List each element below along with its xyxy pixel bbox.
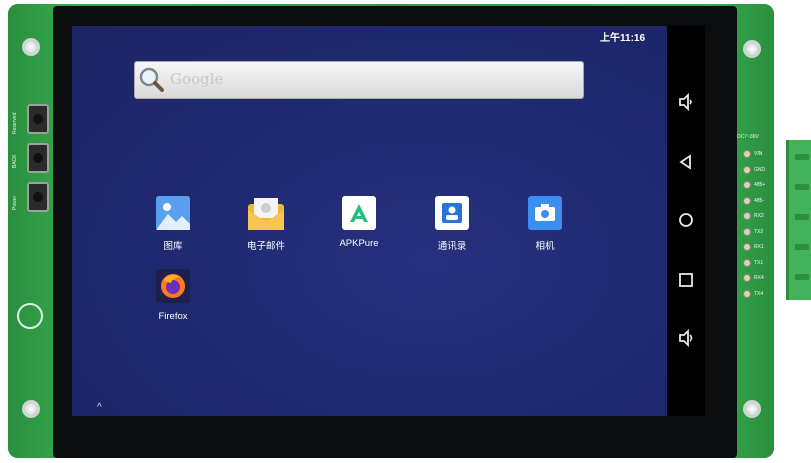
connector-pin bbox=[743, 165, 751, 174]
connector-pin-label: GND bbox=[754, 166, 766, 173]
search-icon[interactable] bbox=[138, 66, 164, 92]
silkscreen-back: BACK bbox=[12, 154, 18, 168]
app-contacts[interactable]: 通讯录 bbox=[412, 196, 492, 252]
app-email[interactable]: 电子邮件 bbox=[226, 196, 306, 252]
volume-down-icon[interactable] bbox=[676, 92, 696, 112]
connector-pin-label: RX4 bbox=[754, 275, 764, 281]
connector-pin-label: 485- bbox=[754, 197, 765, 204]
app-label: 相机 bbox=[535, 241, 555, 252]
status-bar-time: 上午11:16 bbox=[600, 33, 646, 44]
connector-pin-label: TX4 bbox=[754, 290, 764, 297]
app-label: APKPure bbox=[339, 238, 379, 249]
connector-pin bbox=[743, 181, 751, 189]
connector-pin-label: 485+ bbox=[754, 182, 766, 188]
connector-pin bbox=[743, 274, 751, 282]
terminal-block bbox=[786, 140, 811, 300]
app-gallery[interactable]: 图库 bbox=[133, 196, 213, 252]
camera-icon bbox=[528, 196, 562, 230]
connector-pin bbox=[743, 289, 751, 298]
search-input[interactable]: Google bbox=[170, 70, 223, 88]
volume-up-icon[interactable] bbox=[676, 328, 696, 348]
app-apkpure[interactable]: APKPure bbox=[319, 196, 399, 249]
mounting-hole-bottom-right bbox=[743, 400, 761, 418]
connector-pin-label: TX1 bbox=[754, 259, 764, 266]
buzzer-mark bbox=[17, 303, 43, 329]
connector-pin-label: VIN bbox=[754, 151, 763, 157]
app-label: Firefox bbox=[158, 311, 188, 322]
connector-pin bbox=[743, 258, 751, 267]
app-label: 电子邮件 bbox=[246, 241, 285, 252]
connector-pin-label: TX2 bbox=[754, 228, 764, 235]
connector-title: DC7~36V bbox=[737, 134, 759, 140]
back-hardware-button[interactable] bbox=[27, 143, 49, 173]
email-icon bbox=[248, 196, 284, 230]
apkpure-icon bbox=[342, 196, 376, 230]
silkscreen-power: Power bbox=[12, 195, 18, 210]
gallery-icon bbox=[156, 196, 190, 230]
connector-pin-label: RX2 bbox=[754, 213, 764, 219]
app-drawer-chevron-up-icon[interactable]: ^ bbox=[97, 402, 102, 413]
connector-pin bbox=[743, 212, 751, 220]
power-button[interactable] bbox=[27, 182, 49, 212]
recents-icon[interactable] bbox=[676, 270, 696, 290]
firefox-icon bbox=[156, 269, 190, 303]
app-camera[interactable]: 相机 bbox=[505, 196, 585, 252]
contacts-icon bbox=[435, 196, 469, 230]
connector-pin bbox=[743, 227, 751, 236]
mounting-hole-bottom-left bbox=[22, 400, 40, 418]
mounting-hole-top-right bbox=[743, 40, 761, 58]
app-label: 通讯录 bbox=[437, 241, 467, 252]
home-icon[interactable] bbox=[676, 210, 696, 230]
reserved-button[interactable] bbox=[27, 104, 49, 134]
app-label: 图库 bbox=[163, 241, 183, 252]
connector-pin bbox=[743, 243, 751, 251]
app-firefox[interactable]: Firefox bbox=[133, 269, 213, 322]
connector-pin bbox=[743, 196, 751, 205]
connector-pin-label: RX1 bbox=[754, 244, 764, 250]
mounting-hole-top-left bbox=[22, 38, 40, 56]
navigation-bar bbox=[667, 26, 705, 416]
connector-pin bbox=[743, 150, 751, 158]
back-icon[interactable] bbox=[676, 152, 696, 172]
silkscreen-reserved: Reserved bbox=[12, 112, 18, 134]
